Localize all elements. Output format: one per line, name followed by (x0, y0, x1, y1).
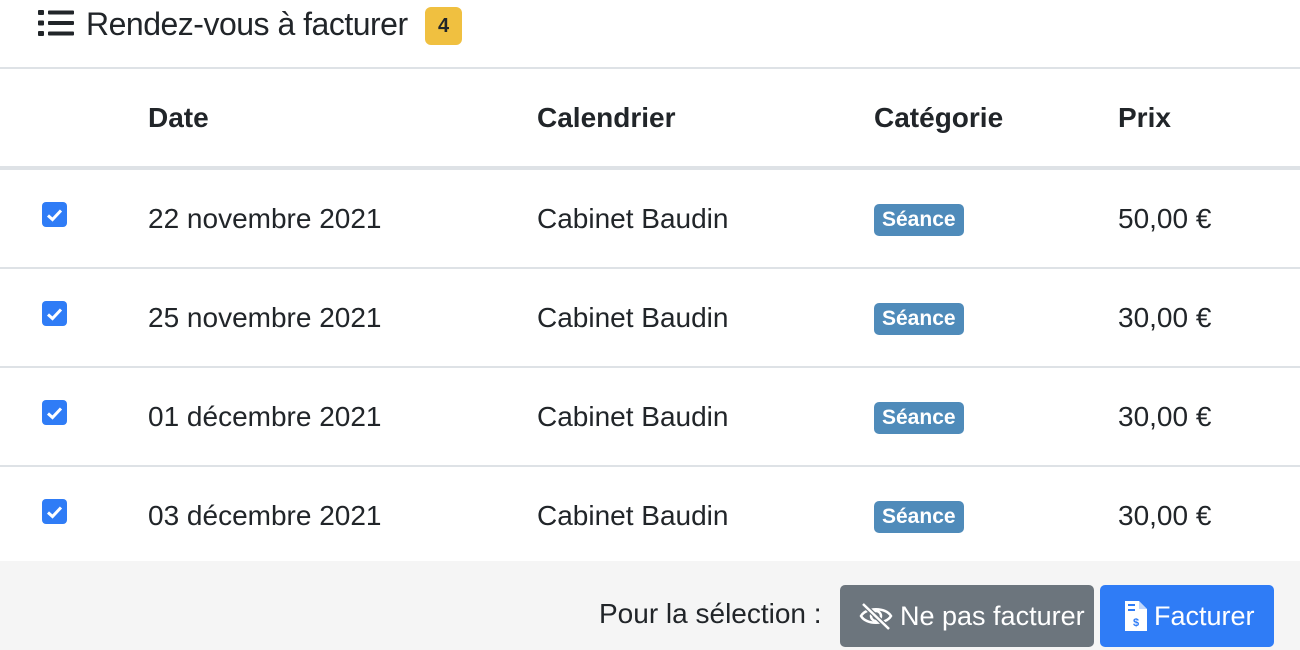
count-badge: 4 (425, 7, 462, 45)
table-header-row: Date Calendrier Catégorie Prix (0, 69, 1300, 170)
selection-label: Pour la sélection : (599, 598, 822, 629)
table-row: 01 décembre 2021 Cabinet Baudin Séance 3… (0, 367, 1300, 467)
cell-date: 25 novembre 2021 (148, 268, 537, 368)
column-header-category[interactable]: Catégorie (874, 69, 1118, 170)
table-row: 03 décembre 2021 Cabinet Baudin Séance 3… (0, 466, 1300, 564)
check-icon (47, 505, 63, 519)
category-tag: Séance (874, 303, 964, 335)
invoice-label: Facturer (1154, 600, 1255, 631)
row-checkbox[interactable] (42, 400, 67, 425)
invoice-button[interactable]: $ Facturer (1100, 585, 1274, 647)
page-title: Rendez-vous à facturer (86, 6, 408, 42)
svg-text:$: $ (1133, 617, 1139, 629)
eye-slash-icon (859, 602, 893, 631)
list-icon (38, 10, 74, 36)
invoice-dollar-icon: $ (1125, 601, 1147, 631)
row-checkbox[interactable] (42, 499, 67, 524)
column-header-date[interactable]: Date (148, 69, 537, 170)
column-header-select (0, 69, 148, 170)
cell-price: 30,00 € (1118, 367, 1300, 467)
cell-price: 30,00 € (1118, 499, 1212, 531)
category-tag: Séance (874, 501, 964, 533)
cell-calendar: Cabinet Baudin (537, 268, 874, 368)
cell-calendar: Cabinet Baudin (537, 168, 874, 269)
category-tag: Séance (874, 204, 964, 236)
column-header-calendar[interactable]: Calendrier (537, 69, 874, 170)
column-header-price[interactable]: Prix (1118, 69, 1300, 170)
check-icon (47, 208, 63, 222)
cell-calendar: Cabinet Baudin (537, 367, 874, 467)
table-row: 25 novembre 2021 Cabinet Baudin Séance 3… (0, 268, 1300, 368)
appointments-table: Date Calendrier Catégorie Prix 22 novemb… (0, 69, 1300, 564)
panel-header: Rendez-vous à facturer 4 (0, 0, 1300, 69)
row-checkbox[interactable] (42, 301, 67, 326)
cell-date: 22 novembre 2021 (148, 168, 537, 269)
check-icon (47, 307, 63, 321)
check-icon (47, 406, 63, 420)
cell-price: 50,00 € (1118, 168, 1300, 269)
category-tag: Séance (874, 402, 964, 434)
do-not-invoice-label: Ne pas facturer (900, 600, 1085, 631)
do-not-invoice-button[interactable]: Ne pas facturer (840, 585, 1094, 647)
cell-date: 01 décembre 2021 (148, 367, 537, 467)
cell-calendar: Cabinet Baudin (537, 499, 729, 531)
cell-price: 30,00 € (1118, 268, 1300, 368)
table-row: 22 novembre 2021 Cabinet Baudin Séance 5… (0, 168, 1300, 269)
cell-date: 03 décembre 2021 (148, 499, 382, 531)
selection-actions-bar: Pour la sélection : Ne pas facturer $ Fa… (0, 561, 1300, 650)
row-checkbox[interactable] (42, 202, 67, 227)
